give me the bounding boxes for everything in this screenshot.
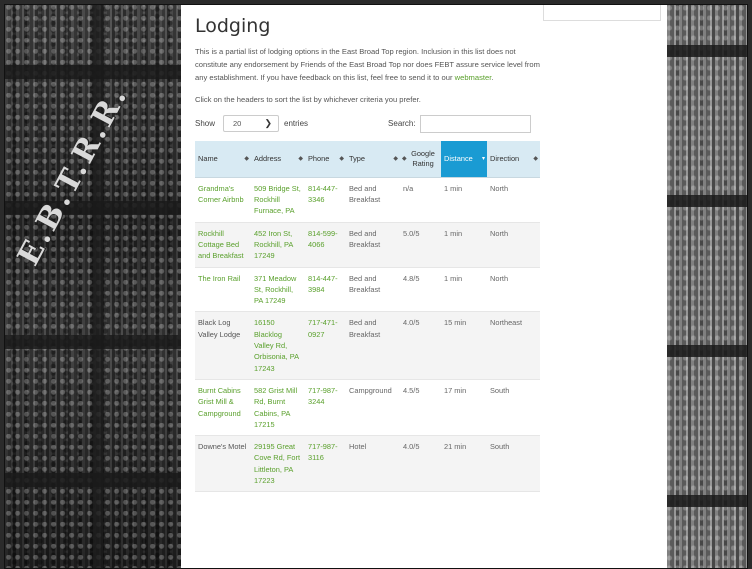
cell-phone[interactable]: 717-987-3244: [305, 379, 346, 437]
cell-type: Campground: [346, 379, 400, 437]
cell-type: Bed and Breakfast: [346, 177, 400, 223]
header-distance[interactable]: Distance ▾: [441, 140, 487, 178]
table-header-row: Name ◆ Address ◆ Phone ◆ Type ◆ Google Ratin…: [195, 140, 540, 178]
cell-address[interactable]: 582 Grist Mill Rd, Burnt Cabins, PA 1721…: [251, 379, 305, 437]
cell-direction: South: [487, 435, 540, 493]
cell-rating: 4.8/5: [400, 267, 441, 313]
rail-stamp: E.B.T.R.R.: [11, 79, 136, 272]
chevron-down-icon: ❯: [264, 118, 273, 129]
table-row: Downe's Motel 29195 Great Cove Rd, Fort L…: [195, 435, 540, 493]
rail-photo-left: E.B.T.R.R.: [5, 5, 181, 568]
header-direction[interactable]: Direction ◆: [487, 140, 540, 178]
cell-name[interactable]: Grandma's Corner Airbnb: [195, 177, 251, 223]
cell-rating: 4.0/5: [400, 435, 441, 493]
intro-paragraph: This is a partial list of lodging option…: [195, 47, 540, 83]
cell-address[interactable]: 452 Iron St, Rockhill, PA 17249: [251, 222, 305, 268]
header-phone[interactable]: Phone ◆: [305, 140, 346, 178]
entries-select-value: 20: [233, 119, 242, 129]
sort-icon: ◆: [298, 155, 303, 162]
cell-rating: 4.0/5: [400, 311, 441, 380]
cell-direction: South: [487, 379, 540, 437]
cell-name[interactable]: Rockhill Cottage Bed and Breakfast: [195, 222, 251, 268]
content-panel: Lodging This is a partial list of lodgin…: [181, 5, 667, 568]
cell-direction: North: [487, 222, 540, 268]
cell-distance: 17 min: [441, 379, 487, 437]
sort-hint: Click on the headers to sort the list by…: [195, 94, 421, 104]
table-row: The Iron Rail 371 Meadow St, Rockhill, PA…: [195, 267, 540, 313]
header-name[interactable]: Name ◆: [195, 140, 251, 178]
show-label: Show: [195, 119, 216, 129]
header-rating[interactable]: Google Rating ◆: [400, 140, 441, 178]
cell-name: Black Log Valley Lodge: [195, 311, 251, 380]
cell-distance: 1 min: [441, 267, 487, 313]
page-title: Lodging: [195, 15, 271, 37]
cell-phone[interactable]: 814-599-4066: [305, 222, 346, 268]
entries-select[interactable]: 20 ❯: [223, 115, 280, 133]
cell-direction: North: [487, 267, 540, 313]
sort-icon: ◆: [393, 155, 398, 162]
search-input[interactable]: [419, 114, 531, 133]
cell-rating: 4.5/5: [400, 379, 441, 437]
cell-type: Bed and Breakfast: [346, 267, 400, 313]
cell-distance: 21 min: [441, 435, 487, 493]
table-row: Black Log Valley Lodge 16150 Blacklog Val…: [195, 311, 540, 380]
cell-phone[interactable]: 814-447-3984: [305, 267, 346, 313]
cell-phone[interactable]: 717-471-0927: [305, 311, 346, 380]
table-row: Grandma's Corner Airbnb 509 Bridge St, Ro…: [195, 177, 540, 223]
sort-icon: ◆: [533, 155, 538, 162]
cell-distance: 1 min: [441, 177, 487, 223]
cell-direction: Northeast: [487, 311, 540, 380]
cell-distance: 15 min: [441, 311, 487, 380]
lodging-table: Name ◆ Address ◆ Phone ◆ Type ◆ Google Ratin…: [195, 140, 540, 493]
cell-name[interactable]: The Iron Rail: [195, 267, 251, 313]
cell-name[interactable]: Burnt Cabins Grist Mill & Campground: [195, 379, 251, 437]
search-label: Search:: [388, 119, 416, 129]
cell-address[interactable]: 16150 Blacklog Valley Rd, Orbisonia, PA …: [251, 311, 305, 380]
sort-icon: ◆: [244, 155, 249, 162]
cell-address[interactable]: 371 Meadow St, Rockhill, PA 17249: [251, 267, 305, 313]
sort-icon: ◆: [339, 155, 344, 162]
table-row: Burnt Cabins Grist Mill & Campground 582 …: [195, 379, 540, 437]
entries-label: entries: [284, 119, 309, 129]
rail-photo-right: [667, 5, 747, 568]
header-address[interactable]: Address ◆: [251, 140, 305, 178]
table-controls: Show 20 ❯ entries Search:: [195, 114, 540, 134]
sort-active-icon: ▾: [481, 155, 485, 162]
cell-rating: 5.0/5: [400, 222, 441, 268]
cell-phone[interactable]: 717-987-3116: [305, 435, 346, 493]
cell-direction: North: [487, 177, 540, 223]
webmaster-link[interactable]: webmaster: [455, 73, 492, 82]
cell-address[interactable]: 29195 Great Cove Rd, Fort Littleton, PA …: [251, 435, 305, 493]
table-row: Rockhill Cottage Bed and Breakfast 452 Ir…: [195, 222, 540, 268]
header-type[interactable]: Type ◆: [346, 140, 400, 178]
cell-phone[interactable]: 814-447-3346: [305, 177, 346, 223]
cell-distance: 1 min: [441, 222, 487, 268]
sort-icon: ◆: [402, 155, 407, 162]
cell-address[interactable]: 509 Bridge St, Rockhill Furnace, PA: [251, 177, 305, 223]
cell-rating: n/a: [400, 177, 441, 223]
cell-type: Hotel: [346, 435, 400, 493]
sidebar-widget: [543, 5, 661, 21]
cell-type: Bed and Breakfast: [346, 222, 400, 268]
cell-name: Downe's Motel: [195, 435, 251, 493]
browser-viewport: E.B.T.R.R. Lodging This is a partial lis…: [4, 4, 748, 569]
cell-type: Bed and Breakfast: [346, 311, 400, 380]
